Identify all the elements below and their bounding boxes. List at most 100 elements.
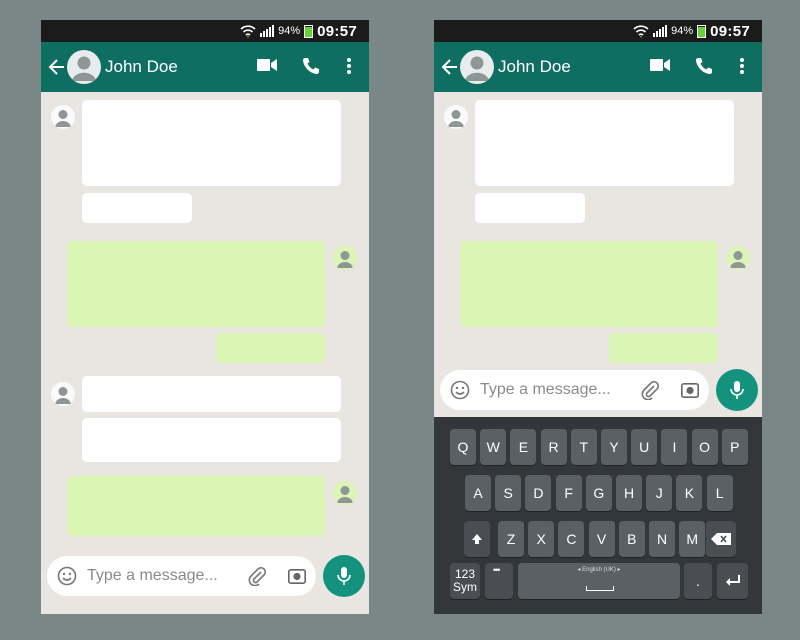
key-v[interactable]: V bbox=[588, 521, 615, 557]
contact-name[interactable]: John Doe bbox=[105, 57, 178, 77]
mic-button[interactable] bbox=[716, 369, 758, 411]
incoming-message[interactable] bbox=[82, 193, 192, 223]
microphone-icon bbox=[730, 381, 744, 399]
key-t[interactable]: T bbox=[570, 429, 597, 465]
message-input[interactable]: Type a message... bbox=[440, 370, 709, 410]
incoming-message[interactable] bbox=[475, 100, 734, 186]
sender-avatar bbox=[51, 105, 75, 129]
key-q[interactable]: Q bbox=[450, 429, 476, 465]
key-o[interactable]: O bbox=[691, 429, 718, 465]
status-bar: 94% 09:57 bbox=[434, 20, 762, 42]
input-placeholder[interactable]: Type a message... bbox=[87, 567, 218, 585]
key-l[interactable]: L bbox=[706, 475, 733, 511]
camera-icon[interactable] bbox=[681, 381, 699, 398]
outgoing-message[interactable] bbox=[67, 476, 325, 536]
contact-avatar[interactable] bbox=[460, 50, 494, 84]
key-p[interactable]: P bbox=[721, 429, 748, 465]
person-icon bbox=[448, 110, 464, 127]
mic-button[interactable] bbox=[323, 555, 365, 597]
arrow-left-icon[interactable] bbox=[47, 55, 67, 79]
more-vert-icon[interactable] bbox=[346, 57, 352, 75]
key-s[interactable]: S bbox=[495, 475, 522, 511]
attachment-icon[interactable] bbox=[247, 566, 267, 586]
status-time: 09:57 bbox=[317, 22, 357, 40]
symbols-key[interactable]: 123 Sym bbox=[450, 563, 480, 599]
microphone-icon bbox=[337, 567, 351, 585]
person-icon bbox=[55, 387, 71, 404]
key-g[interactable]: G bbox=[585, 475, 612, 511]
contact-avatar[interactable] bbox=[67, 50, 101, 84]
phone-icon[interactable] bbox=[695, 57, 713, 75]
key-d[interactable]: D bbox=[525, 475, 552, 511]
enter-key[interactable] bbox=[717, 563, 748, 599]
input-placeholder[interactable]: Type a message... bbox=[480, 381, 611, 399]
key-f[interactable]: F bbox=[555, 475, 582, 511]
battery-icon bbox=[304, 24, 314, 38]
key-c[interactable]: C bbox=[558, 521, 585, 557]
signal-icon bbox=[260, 25, 275, 37]
status-time: 09:57 bbox=[710, 22, 750, 40]
more-vert-icon[interactable] bbox=[739, 57, 745, 75]
settings-key[interactable]: ••• bbox=[485, 563, 513, 599]
emoji-icon[interactable] bbox=[57, 566, 77, 586]
space-language-label: ◂ English (UK) ▸ bbox=[577, 567, 621, 573]
key-b[interactable]: B bbox=[618, 521, 645, 557]
key-w[interactable]: W bbox=[480, 429, 507, 465]
backspace-icon bbox=[711, 533, 731, 545]
emoji-icon[interactable] bbox=[450, 380, 470, 400]
contact-name[interactable]: John Doe bbox=[498, 57, 571, 77]
person-icon bbox=[465, 56, 489, 81]
key-m[interactable]: M bbox=[679, 521, 706, 557]
outgoing-message[interactable] bbox=[460, 241, 718, 327]
chat-screen-right: 94% 09:57 John Doe Type a message... Q W… bbox=[434, 20, 762, 614]
self-avatar bbox=[333, 481, 357, 505]
backspace-key[interactable] bbox=[706, 521, 736, 557]
incoming-message[interactable] bbox=[82, 376, 341, 412]
incoming-message[interactable] bbox=[82, 100, 341, 186]
self-avatar bbox=[333, 246, 357, 270]
incoming-message[interactable] bbox=[475, 193, 585, 223]
incoming-message[interactable] bbox=[82, 418, 341, 462]
video-camera-icon[interactable] bbox=[257, 58, 277, 72]
space-key[interactable]: ◂ English (UK) ▸ bbox=[518, 563, 680, 599]
key-z[interactable]: Z bbox=[498, 521, 524, 557]
outgoing-message[interactable] bbox=[216, 333, 325, 363]
attachment-icon[interactable] bbox=[640, 380, 660, 400]
outgoing-message[interactable] bbox=[609, 333, 718, 363]
key-u[interactable]: U bbox=[631, 429, 658, 465]
key-a[interactable]: A bbox=[465, 475, 491, 511]
sender-avatar bbox=[51, 382, 75, 406]
wifi-icon bbox=[240, 25, 256, 38]
chat-header: John Doe bbox=[434, 42, 762, 92]
onscreen-keyboard: QWERTYUIOP ASDFGHJKL ZXCVBNM 123 Sym ••• ◂… bbox=[434, 417, 762, 614]
shift-key[interactable] bbox=[464, 521, 490, 557]
symbols-key-sublabel: Sym bbox=[453, 580, 477, 594]
key-k[interactable]: K bbox=[676, 475, 703, 511]
camera-icon[interactable] bbox=[288, 567, 306, 584]
keyboard-language: English (UK) bbox=[582, 567, 616, 573]
key-r[interactable]: R bbox=[540, 429, 567, 465]
outgoing-message[interactable] bbox=[67, 241, 325, 327]
key-x[interactable]: X bbox=[528, 521, 555, 557]
key-h[interactable]: H bbox=[616, 475, 642, 511]
status-bar: 94% 09:57 bbox=[41, 20, 369, 42]
chat-screen-left: 94% 09:57 John Doe Type a message... bbox=[41, 20, 369, 614]
battery-percent: 94% bbox=[671, 25, 694, 37]
battery-percent: 94% bbox=[278, 25, 301, 37]
message-input[interactable]: Type a message... bbox=[47, 556, 316, 596]
key-i[interactable]: I bbox=[661, 429, 688, 465]
person-icon bbox=[730, 251, 746, 268]
signal-icon bbox=[653, 25, 668, 37]
video-camera-icon[interactable] bbox=[650, 58, 670, 72]
self-avatar bbox=[726, 246, 750, 270]
key-j[interactable]: J bbox=[646, 475, 673, 511]
key-e[interactable]: E bbox=[510, 429, 537, 465]
arrow-left-icon[interactable] bbox=[440, 55, 460, 79]
shift-arrow-icon bbox=[472, 534, 482, 544]
phone-icon[interactable] bbox=[302, 57, 320, 75]
key-y[interactable]: Y bbox=[601, 429, 627, 465]
person-icon bbox=[72, 56, 96, 81]
key-n[interactable]: N bbox=[649, 521, 675, 557]
period-key[interactable]: . bbox=[684, 563, 712, 599]
wifi-icon bbox=[633, 25, 649, 38]
